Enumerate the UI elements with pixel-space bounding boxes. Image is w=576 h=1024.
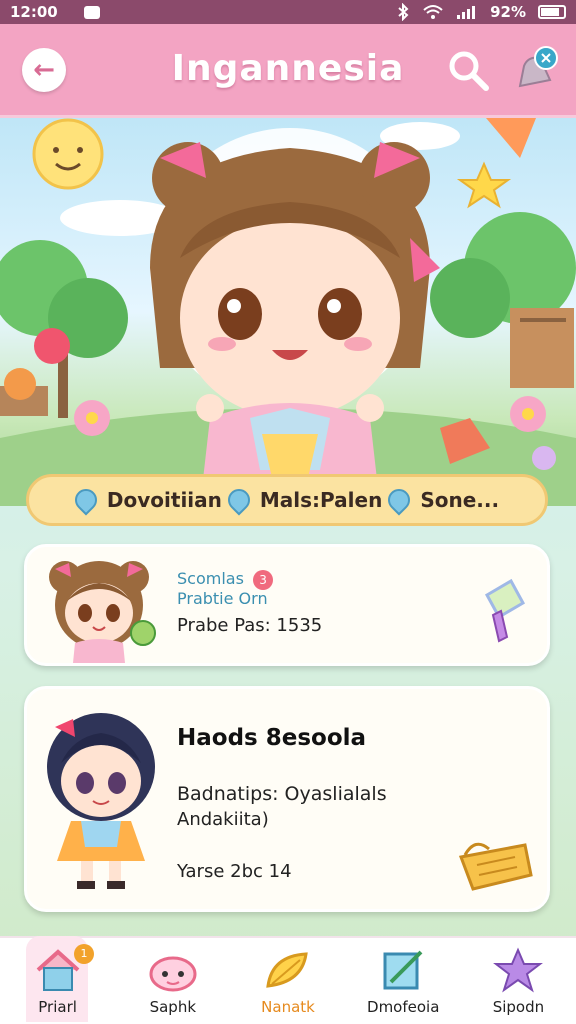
nav-item-nanatk[interactable]: Nanatk xyxy=(230,938,345,1024)
card-subtitle-text: Scomlas xyxy=(177,569,244,588)
cloud-face-icon xyxy=(149,956,197,992)
star-gem-icon xyxy=(493,947,544,993)
banner-item: Mals:Palen xyxy=(259,488,383,512)
nav-label: Priarl xyxy=(38,998,77,1016)
hero-scene xyxy=(0,118,576,506)
card-title: Haods 8esoola xyxy=(177,725,367,751)
card-detail: Badnatips: Oyaslialals xyxy=(177,783,387,805)
card-detail: Yarse 2bc 14 xyxy=(177,861,292,882)
character-card[interactable]: Haods 8esoola Badnatips: Oyaslialals And… xyxy=(24,686,550,912)
nav-item-saphk[interactable]: Saphk xyxy=(115,938,230,1024)
count-badge: 3 xyxy=(253,569,274,590)
stats-banner[interactable]: Dovoitiian Mals:Palen Sone... xyxy=(26,474,548,526)
card-detail: Prabe Pas: 1535 xyxy=(177,615,323,636)
wand-card-icon xyxy=(383,950,423,990)
avatar xyxy=(49,561,156,663)
card-detail: Andakiita) xyxy=(177,809,269,830)
bell-icon[interactable] xyxy=(510,44,562,96)
water-drop-icon xyxy=(223,484,255,516)
bluetooth-icon xyxy=(398,3,409,21)
nav-badge: 1 xyxy=(74,944,94,964)
wifi-icon xyxy=(423,5,443,19)
card-subtitle: Scomlas 3 xyxy=(177,569,274,590)
nav-label: Dmofeoia xyxy=(367,998,440,1016)
status-time: 12:00 xyxy=(10,3,58,21)
character-card[interactable]: Scomlas 3 Prabtie Orn Prabe Pas: 1535 xyxy=(24,544,550,666)
leaf-icon xyxy=(266,952,308,988)
avatar xyxy=(47,713,155,889)
nav-label: Saphk xyxy=(149,998,197,1016)
water-drop-icon xyxy=(383,484,415,516)
magic-wand-icon[interactable] xyxy=(477,575,531,645)
nav-label: Sipodn xyxy=(492,998,545,1016)
nav-label: Nanatk xyxy=(261,998,315,1016)
battery-icon xyxy=(538,5,566,19)
banner-item: Sone... xyxy=(420,488,500,512)
water-drop-icon xyxy=(70,484,102,516)
signal-icon xyxy=(457,6,476,19)
search-icon[interactable] xyxy=(446,48,490,92)
notification-icon xyxy=(83,5,100,19)
app-bar: ← Ingannesia xyxy=(0,24,576,118)
card-subtitle-2: Prabtie Orn xyxy=(177,589,268,608)
treasure-basket-icon[interactable] xyxy=(455,835,535,895)
nav-item-home[interactable]: 1 Priarl xyxy=(0,936,115,1024)
nav-item-dmofeoia[interactable]: Dmofeoia xyxy=(346,938,461,1024)
nav-item-sipodn[interactable]: Sipodn xyxy=(461,938,576,1024)
status-bar: 12:00 92% xyxy=(0,0,576,24)
bottom-nav: 1 Priarl Saphk Nanatk Dmofeoia Sipodn xyxy=(0,936,576,1024)
hero-illustration xyxy=(0,118,576,506)
battery-percent: 92% xyxy=(490,3,526,21)
banner-item: Dovoitiian xyxy=(106,488,222,512)
